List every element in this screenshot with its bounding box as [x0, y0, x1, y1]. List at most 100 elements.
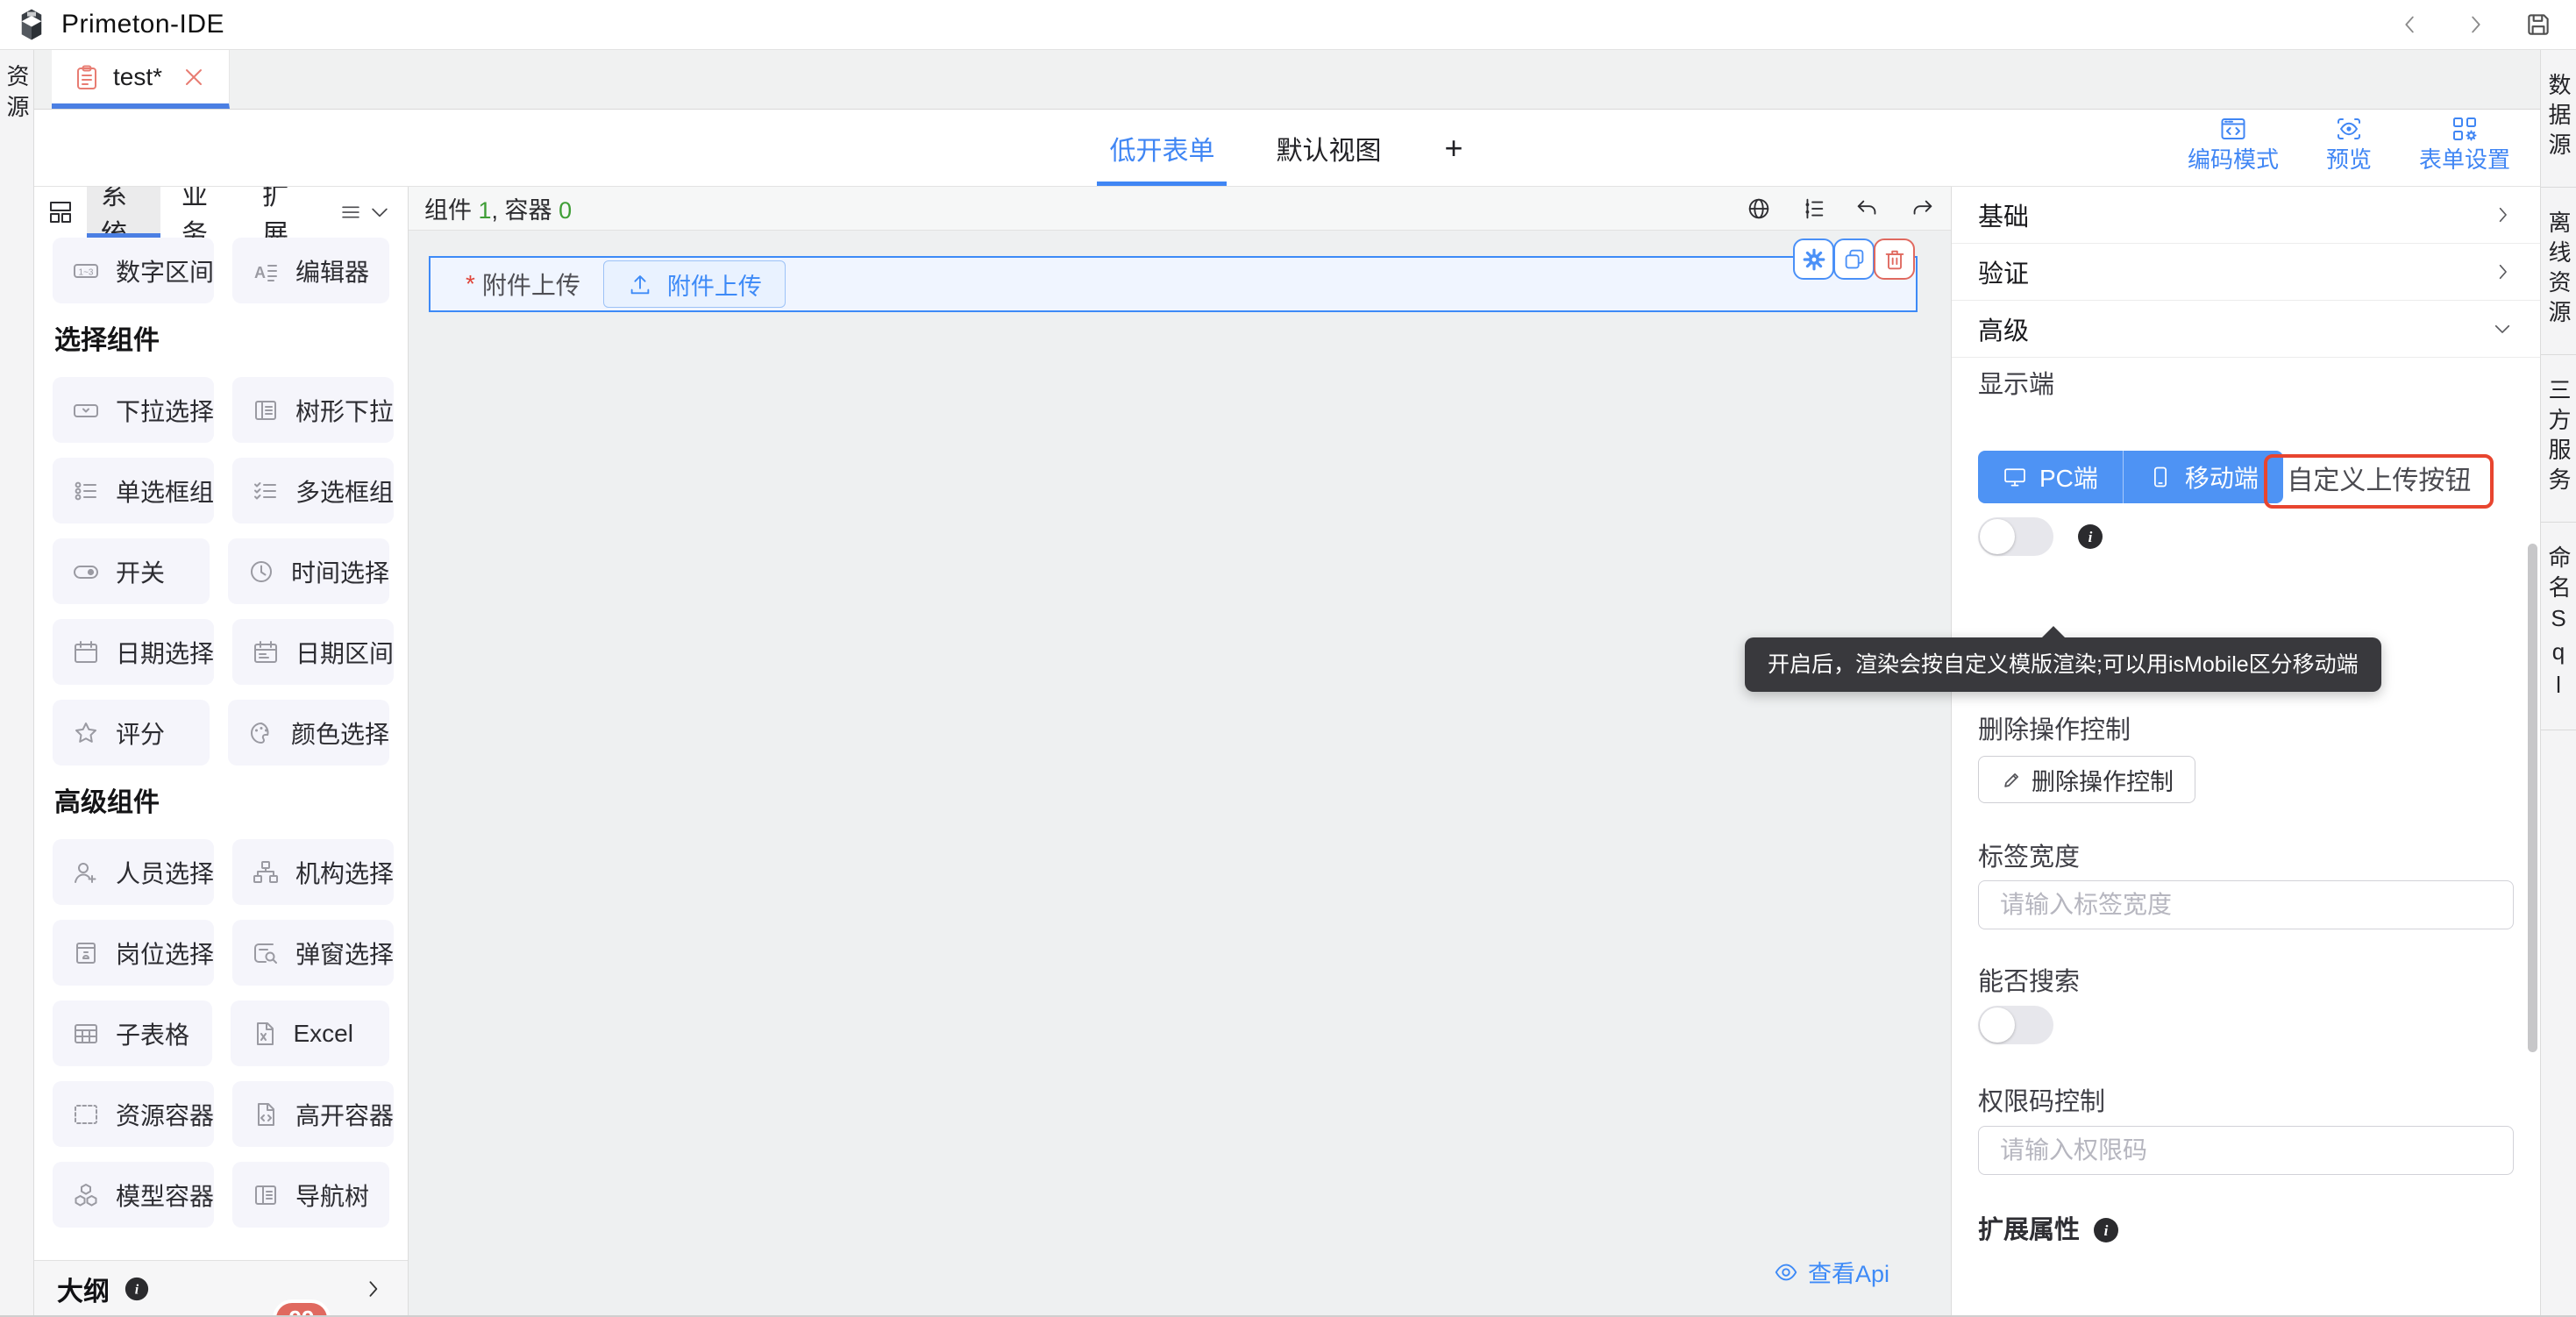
palette-item[interactable]: 日期选择	[53, 619, 214, 685]
label-width-input[interactable]	[1978, 880, 2514, 929]
palette-item-label: 评分	[116, 715, 165, 751]
custom-upload-info-icon[interactable]: i	[2076, 523, 2104, 551]
file-tab-test[interactable]: test*	[52, 50, 230, 109]
palette-item[interactable]: 单选框组	[53, 458, 214, 523]
nav-back-icon[interactable]	[2397, 11, 2423, 38]
palette-item[interactable]: 岗位选择	[53, 920, 214, 986]
i18n-globe-icon[interactable]	[1746, 196, 1772, 222]
excel-icon	[250, 1020, 278, 1048]
palette-item[interactable]: 弹窗选择	[232, 920, 394, 986]
file-tab-label: test*	[113, 63, 162, 91]
palette-collapse-icon[interactable]	[367, 200, 392, 224]
palette-row: 1~3数字区间 A编辑器	[53, 238, 389, 303]
palette-item[interactable]: 多选框组	[232, 458, 394, 523]
component-count-label: 组件	[424, 197, 479, 224]
delete-control-button[interactable]: 删除操作控制	[1978, 756, 2195, 803]
toolbar-action-code-mode[interactable]: 编码模式	[2188, 115, 2279, 173]
view-api-link[interactable]: 查看Api	[1773, 1255, 1889, 1289]
eye-scan-icon	[2335, 115, 2363, 143]
palette-item[interactable]: 机构选择	[232, 839, 394, 905]
accordion-row-2[interactable]: 高级	[1952, 301, 2540, 358]
outline-expand-icon[interactable]	[360, 1277, 385, 1301]
palette-tab-2[interactable]: 扩展	[248, 187, 322, 238]
palette-tab-1[interactable]: 业务	[167, 187, 241, 238]
components-icon[interactable]	[46, 198, 75, 226]
palette-item[interactable]: 日期区间	[232, 619, 394, 685]
palette-menu-icon[interactable]	[339, 201, 362, 224]
form-canvas[interactable]: 组件 1, 容器 0 * 附件上传 附件上传	[409, 187, 1951, 1317]
toolbar-action-form-settings[interactable]: 表单设置	[2419, 115, 2510, 173]
searchable-toggle[interactable]	[1978, 1006, 2053, 1044]
palette-item[interactable]: 时间选择	[228, 538, 389, 604]
palette-tab-0[interactable]: 系统	[87, 187, 160, 238]
subtable-icon	[72, 1020, 100, 1048]
display-side-option-mobile[interactable]: 移动端	[2123, 451, 2283, 503]
switch-icon	[72, 558, 100, 586]
accordion-row-1[interactable]: 验证	[1952, 244, 2540, 301]
save-icon[interactable]	[2523, 10, 2553, 39]
nav-forward-icon[interactable]	[2462, 11, 2488, 38]
custom-upload-highlight: 自定义上传按钮	[2264, 454, 2494, 509]
component-copy-button[interactable]	[1833, 238, 1875, 280]
palette-item[interactable]: 资源容器	[53, 1081, 214, 1147]
display-side-option-label: 移动端	[2185, 459, 2259, 495]
field-list-icon[interactable]	[1800, 196, 1826, 222]
outline-info-icon[interactable]: i	[124, 1276, 150, 1302]
right-strip-tab-offline-resources[interactable]: 离线资源	[2541, 188, 2576, 355]
view-tab-lowcode-form[interactable]: 低开表单	[1104, 110, 1220, 186]
palette-item-label: 模型容器	[116, 1178, 214, 1213]
palette-item[interactable]: 模型容器	[53, 1162, 214, 1228]
svg-text:i: i	[2089, 529, 2093, 545]
right-strip-tab-data-source[interactable]: 数据源	[2541, 50, 2576, 188]
palette-item[interactable]: 颜色选择	[228, 700, 389, 765]
component-delete-button[interactable]	[1874, 238, 1915, 280]
component-actions	[1794, 238, 1915, 280]
palette-item-label: 多选框组	[295, 473, 394, 509]
redo-icon[interactable]	[1909, 196, 1935, 222]
permission-code-input[interactable]	[1978, 1126, 2514, 1175]
close-tab-icon[interactable]	[180, 63, 208, 91]
resource-container-icon	[72, 1100, 100, 1128]
left-strip-tab-resources[interactable]: 资源	[5, 64, 28, 1317]
right-strip-tab-third-party-services[interactable]: 三方服务	[2541, 355, 2576, 523]
palette-item[interactable]: 评分	[53, 700, 210, 765]
palette-item-label: 子表格	[116, 1016, 189, 1051]
palette-item-label: 树形下拉	[295, 393, 394, 428]
props-scrollbar[interactable]	[2528, 544, 2537, 1052]
palette-item[interactable]: 开关	[53, 538, 210, 604]
palette-item[interactable]: Excel	[231, 1000, 390, 1066]
palette-scroll[interactable]: 1~3数字区间A编辑器选择组件下拉选择树形下拉单选框组多选框组开关时间选择日期选…	[34, 238, 408, 1260]
toolbar-action-preview[interactable]: 预览	[2326, 115, 2372, 173]
add-view-button[interactable]: +	[1437, 110, 1469, 186]
component-settings-button[interactable]	[1793, 238, 1834, 280]
extended-attrs-info-icon[interactable]: i	[2092, 1216, 2120, 1244]
svg-text:i: i	[135, 1283, 139, 1298]
properties-panel: 基础验证高级 显示端 PC端移动端 自定义上传按钮 i i	[1951, 187, 2540, 1317]
accordion-row-0[interactable]: 基础	[1952, 187, 2540, 244]
form-file-icon	[73, 63, 101, 91]
palette-item[interactable]: 下拉选择	[53, 377, 214, 443]
palette-item[interactable]: 子表格	[53, 1000, 212, 1066]
gear-icon	[1801, 246, 1827, 273]
palette-item-label: 弹窗选择	[295, 936, 394, 971]
palette-item[interactable]: 1~3数字区间	[53, 238, 214, 303]
palette-row: 资源容器高开容器	[53, 1081, 389, 1147]
palette-item[interactable]: 人员选择	[53, 839, 214, 905]
right-strip-tab-named-sql[interactable]: 命名Sql	[2541, 523, 2576, 730]
upload-button[interactable]: 附件上传	[603, 260, 786, 308]
palette-item-label: 开关	[116, 554, 165, 589]
outline-bar[interactable]: 大纲 i 99	[34, 1260, 408, 1317]
trash-icon	[1882, 246, 1908, 273]
org-icon	[252, 858, 280, 886]
display-side-option-pc[interactable]: PC端	[1978, 451, 2123, 503]
delete-control-label: 删除操作控制	[1978, 715, 2514, 745]
palette-item[interactable]: 高开容器	[232, 1081, 394, 1147]
palette-item[interactable]: A编辑器	[232, 238, 389, 303]
toolbar-action-label: 编码模式	[2188, 147, 2279, 173]
selected-upload-field[interactable]: * 附件上传 附件上传	[429, 256, 1918, 312]
palette-item[interactable]: 树形下拉	[232, 377, 394, 443]
undo-icon[interactable]	[1854, 196, 1881, 222]
view-tab-default-view[interactable]: 默认视图	[1270, 110, 1386, 186]
custom-upload-toggle[interactable]	[1978, 517, 2053, 556]
palette-item[interactable]: 导航树	[232, 1162, 389, 1228]
